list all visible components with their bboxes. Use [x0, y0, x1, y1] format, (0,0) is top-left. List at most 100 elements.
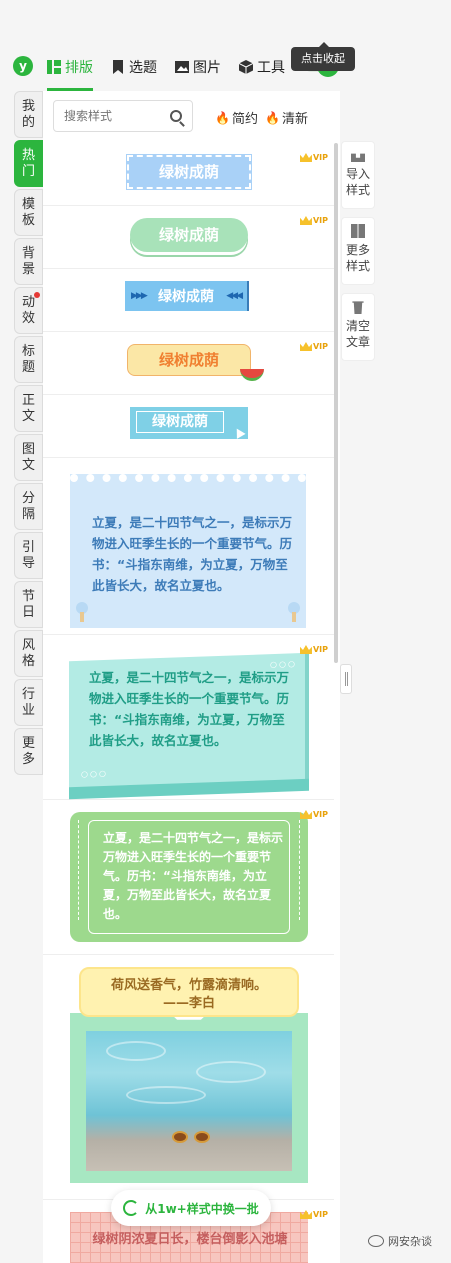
tab-tools[interactable]: 工具: [239, 56, 285, 78]
image-icon: [175, 61, 189, 73]
tab-tools-label: 工具: [257, 60, 285, 76]
style-search[interactable]: [53, 100, 193, 132]
poem-author: ——李白: [162, 996, 215, 1011]
style-item-title-arrows[interactable]: ▶▶▶ 绿树成荫 ◀◀◀: [43, 269, 334, 332]
style-preview-card: 立夏，是二十四节气之一，是标示万物进入旺季生长的一个重要节气。历书：“斗指东南维…: [70, 812, 308, 942]
style-list-panel: 🔥简约 🔥清新 绿树成荫 VIP 绿树成荫 VIP ▶▶▶ 绿树成荫 ◀◀◀ 绿…: [43, 91, 340, 1263]
category-tab-heading[interactable]: 标题: [14, 336, 43, 383]
icecream-icon: [76, 602, 88, 622]
category-tab-label: 模板: [21, 196, 35, 228]
watermelon-icon: [240, 369, 264, 381]
style-preview-card: 立夏，是二十四节气之一，是标示万物进入旺季生长的一个重要节气。历书：“斗指东南维…: [70, 474, 306, 628]
vip-badge: VIP: [299, 342, 328, 351]
category-tab-hot[interactable]: 热门: [14, 140, 43, 187]
category-tab-more[interactable]: 更多: [14, 728, 43, 775]
category-tab-style[interactable]: 风格: [14, 630, 43, 677]
filter-fresh-label: 清新: [281, 112, 308, 127]
style-preview-title: 绿树成荫: [158, 289, 214, 305]
sunglasses-image: [172, 1131, 212, 1145]
tab-images[interactable]: 图片: [175, 56, 221, 78]
app-logo: y: [13, 56, 33, 76]
category-tab-festival[interactable]: 节日: [14, 581, 43, 628]
style-item-paragraph-blue[interactable]: 立夏，是二十四节气之一，是标示万物进入旺季生长的一个重要节气。历书：“斗指东南维…: [43, 458, 334, 635]
vip-label: VIP: [312, 153, 328, 162]
vip-label: VIP: [312, 342, 328, 351]
clear-article-button[interactable]: 清空文章: [341, 293, 375, 361]
editor-page: y 排版 选题 图片 工具 点击收起 我的 热门 模板 背景 动效 标题 正文: [0, 0, 451, 1263]
search-input[interactable]: [54, 101, 159, 131]
category-tab-animation[interactable]: 动效: [14, 287, 43, 334]
category-tab-label: 热门: [21, 147, 35, 179]
category-tab-mine[interactable]: 我的: [14, 91, 43, 138]
crown-icon: [299, 216, 312, 225]
panel-resize-handle[interactable]: [340, 664, 352, 694]
flame-icon: 🔥: [215, 110, 230, 125]
crown-icon: [299, 1210, 312, 1219]
style-item-image-poem[interactable]: 荷风送香气，竹露滴清响。 ——李白: [43, 955, 334, 1200]
tab-topics[interactable]: 选题: [111, 56, 157, 78]
category-tab-divider[interactable]: 分隔: [14, 483, 43, 530]
change-batch-label: 从1w+样式中换一批: [145, 1201, 259, 1216]
tab-layout-label: 排版: [65, 60, 93, 76]
card-bar: [69, 778, 309, 800]
category-tab-guide[interactable]: 引导: [14, 532, 43, 579]
vip-label: VIP: [312, 1210, 328, 1219]
category-tabs: 我的 热门 模板 背景 动效 标题 正文 图文 分隔 引导 节日 风格 行业 更…: [14, 91, 43, 777]
poem-line-1: 荷风送香气，竹露滴清响。: [110, 978, 267, 993]
category-tab-label: 正文: [21, 392, 35, 424]
category-tab-template[interactable]: 模板: [14, 189, 43, 236]
style-item-title-framed[interactable]: 绿树成荫: [43, 395, 334, 458]
more-styles-label: 更多样式: [345, 243, 370, 273]
water-ripple: [106, 1041, 166, 1061]
style-item-paragraph-green[interactable]: 立夏，是二十四节气之一，是标示万物进入旺季生长的一个重要节气。历书：“斗指东南维…: [43, 800, 334, 955]
style-item-title-dashed[interactable]: 绿树成荫 VIP: [43, 143, 334, 206]
style-preview-paragraph: 立夏，是二十四节气之一，是标示万物进入旺季生长的一个重要节气。历书：“斗指东南维…: [103, 831, 284, 921]
style-item-title-melon[interactable]: 绿树成荫 VIP: [43, 332, 334, 395]
style-preview-title: 绿树成荫: [130, 218, 248, 252]
vip-badge: VIP: [299, 810, 328, 819]
import-style-button[interactable]: 导入样式: [341, 141, 375, 209]
new-badge-dot: [34, 292, 40, 298]
category-tab-label: 行业: [21, 686, 35, 718]
filter-simple[interactable]: 🔥 简约: [215, 108, 258, 128]
arrows-right-icon: ▶▶▶: [131, 291, 148, 301]
tab-layout[interactable]: 排版: [47, 56, 93, 91]
vip-badge: VIP: [299, 153, 328, 162]
category-tab-background[interactable]: 背景: [14, 238, 43, 285]
watermark: 网安杂谈: [368, 1233, 432, 1249]
list-scrollbar[interactable]: [334, 143, 338, 663]
more-styles-button[interactable]: 更多样式: [341, 217, 375, 285]
cube-icon: [239, 60, 253, 74]
collapse-tooltip: 点击收起: [291, 42, 355, 71]
search-icon[interactable]: [170, 110, 182, 122]
category-tab-label: 节日: [21, 588, 35, 620]
category-tab-image-text[interactable]: 图文: [14, 434, 43, 481]
category-tab-label: 风格: [21, 637, 35, 669]
change-batch-button[interactable]: 从1w+样式中换一批: [111, 1190, 271, 1226]
style-preview-card: 立夏，是二十四节气之一，是标示万物进入旺季生长的一个重要节气。历书：“斗指东南维…: [69, 652, 309, 800]
tab-images-label: 图片: [193, 60, 221, 76]
filter-fresh[interactable]: 🔥 清新: [265, 108, 308, 128]
style-preview-title-box: 绿树成荫: [127, 344, 264, 381]
bookmark-icon: [113, 60, 123, 74]
clear-article-label: 清空文章: [345, 319, 370, 349]
category-tab-label: 图文: [21, 441, 35, 473]
crown-icon: [299, 645, 312, 654]
style-preview-title: 绿树成荫: [158, 351, 219, 369]
right-toolbar: 导入样式 更多样式 清空文章: [341, 141, 375, 369]
grid-icon: [351, 224, 365, 238]
style-item-title-pill[interactable]: 绿树成荫 VIP: [43, 206, 334, 269]
dashed-line: [78, 820, 79, 920]
style-preview-title-box: ▶▶▶ 绿树成荫 ◀◀◀: [125, 281, 249, 311]
style-item-paragraph-teal[interactable]: 立夏，是二十四节气之一，是标示万物进入旺季生长的一个重要节气。历书：“斗指东南维…: [43, 635, 334, 800]
water-ripple: [196, 1061, 266, 1083]
category-tab-body[interactable]: 正文: [14, 385, 43, 432]
cursor-icon: [232, 426, 246, 439]
arrows-left-icon: ◀◀◀: [226, 291, 243, 301]
vip-label: VIP: [312, 810, 328, 819]
filter-simple-label: 简约: [231, 112, 258, 127]
layout-icon: [47, 60, 61, 74]
import-style-label: 导入样式: [345, 167, 370, 197]
category-tab-industry[interactable]: 行业: [14, 679, 43, 726]
wechat-icon: [368, 1235, 384, 1247]
